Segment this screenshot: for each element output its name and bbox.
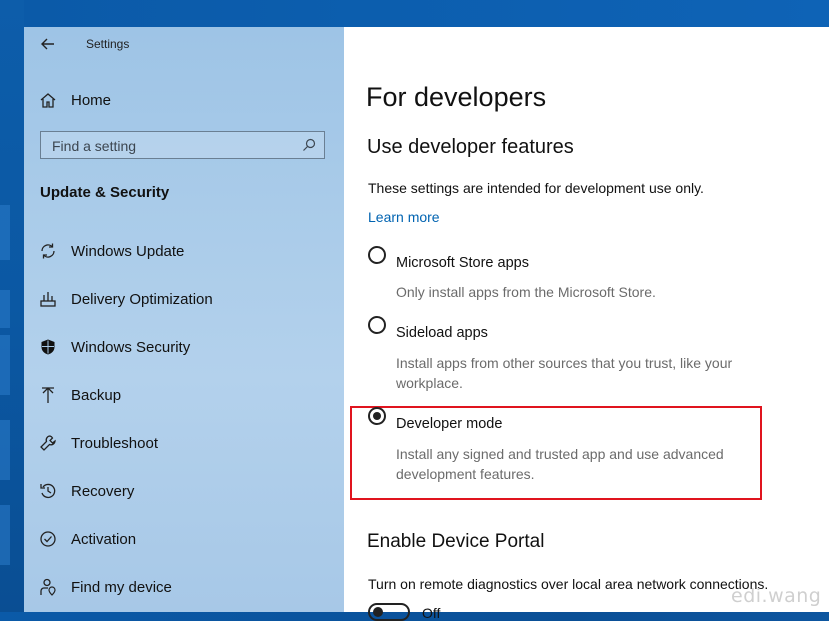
window-title: Settings	[86, 37, 130, 51]
back-button[interactable]	[36, 33, 60, 55]
radio-label: Developer mode	[396, 416, 503, 432]
search-icon	[303, 138, 316, 151]
sidebar-item-windows-update[interactable]: Windows Update	[24, 231, 344, 271]
main-content: For developers Use developer features Th…	[344, 27, 829, 621]
section-header: Update & Security	[40, 184, 170, 201]
sidebar-item-label: Activation	[71, 530, 137, 548]
radio-button-selected[interactable]	[368, 407, 386, 425]
section-title: Use developer features	[367, 136, 574, 158]
back-arrow-icon	[41, 38, 54, 50]
toggle-state-label: Off	[422, 605, 441, 621]
intro-text: These settings are intended for developm…	[368, 180, 704, 196]
radio-button[interactable]	[368, 246, 386, 264]
radio-button[interactable]	[368, 316, 386, 334]
sidebar-item-windows-security[interactable]: Windows Security	[24, 327, 344, 367]
search-placeholder: Find a setting	[52, 138, 137, 154]
radio-dot	[373, 412, 381, 420]
sidebar-item-troubleshoot[interactable]: Troubleshoot	[24, 423, 344, 463]
radio-description: Install any signed and trusted app and u…	[396, 446, 724, 482]
home-icon	[38, 90, 58, 110]
toggle-knob	[373, 607, 383, 617]
sync-icon	[38, 241, 58, 261]
check-circle-icon	[38, 529, 58, 549]
sidebar-item-label: Delivery Optimization	[71, 290, 213, 308]
sidebar-item-label: Windows Security	[71, 338, 191, 356]
desktop-wallpaper-left	[0, 0, 24, 612]
device-portal-title: Enable Device Portal	[367, 531, 545, 552]
watermark: edi.wang	[731, 585, 822, 607]
page-title: For developers	[366, 82, 547, 112]
title-bar: Settings	[24, 27, 344, 61]
radio-description: Only install apps from the Microsoft Sto…	[396, 284, 656, 300]
sidebar-item-label: Find my device	[71, 578, 172, 596]
wrench-icon	[38, 433, 58, 453]
delivery-optimization-icon	[38, 289, 58, 309]
sidebar: Settings Home Find a setting Update & Se…	[24, 27, 344, 612]
sidebar-item-activation[interactable]: Activation	[24, 519, 344, 559]
device-portal-description: Turn on remote diagnostics over local ar…	[368, 576, 769, 592]
device-portal-toggle[interactable]	[368, 603, 410, 621]
sidebar-item-backup[interactable]: Backup	[24, 375, 344, 415]
radio-label: Sideload apps	[396, 325, 488, 341]
sidebar-item-label: Windows Update	[71, 242, 185, 260]
radio-label: Microsoft Store apps	[396, 255, 529, 271]
settings-window: Settings Home Find a setting Update & Se…	[24, 27, 829, 621]
sidebar-item-label: Home	[71, 91, 112, 109]
sidebar-item-label: Backup	[71, 386, 122, 404]
sidebar-item-recovery[interactable]: Recovery	[24, 471, 344, 511]
sidebar-item-label: Troubleshoot	[71, 434, 158, 452]
sidebar-item-label: Recovery	[71, 482, 135, 500]
desktop-wallpaper-top	[24, 0, 829, 27]
sidebar-item-find-my-device[interactable]: Find my device	[24, 567, 344, 607]
shield-icon	[38, 337, 58, 357]
sidebar-item-home[interactable]: Home	[24, 80, 344, 120]
learn-more-link[interactable]: Learn more	[368, 209, 440, 225]
sidebar-item-delivery-optimization[interactable]: Delivery Optimization	[24, 279, 344, 319]
search-input[interactable]: Find a setting	[40, 131, 325, 159]
backup-arrow-icon	[38, 385, 58, 405]
radio-description: Install apps from other sources that you…	[396, 355, 733, 391]
person-location-icon	[38, 577, 58, 597]
recovery-icon	[38, 481, 58, 501]
